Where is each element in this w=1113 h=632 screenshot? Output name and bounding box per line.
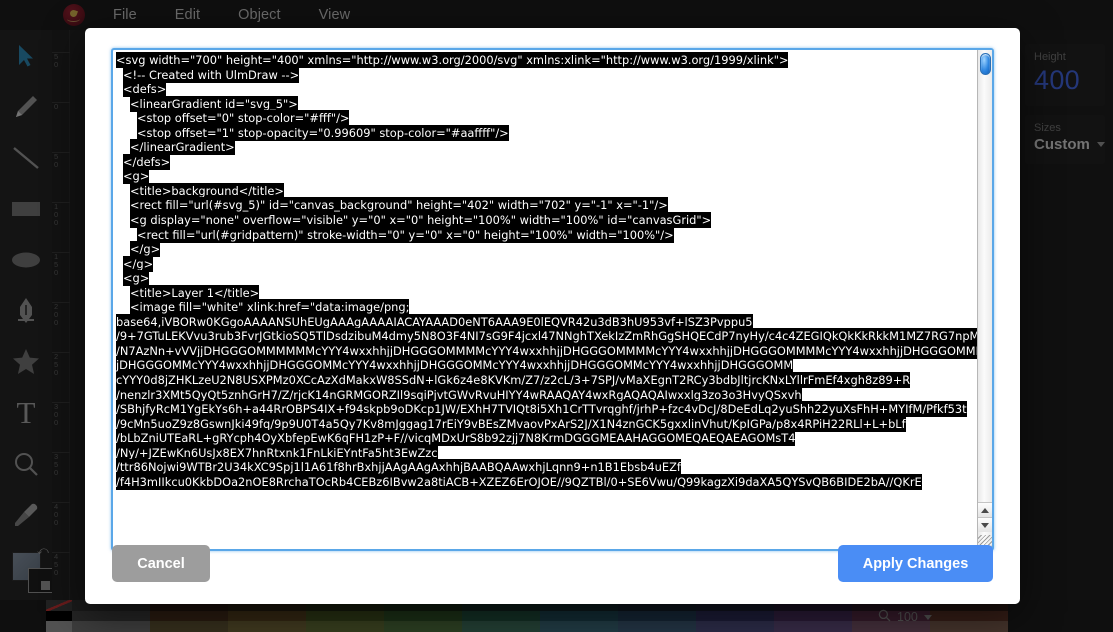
code-line: jDHGGGOMMcYYY4wxxhhjjDHGGGOMMcYYY4wxxhhj…: [116, 357, 977, 374]
code-line: <image fill="white" xlink:href="data:ima…: [116, 299, 977, 316]
code-line-text: </linearGradient>: [130, 139, 235, 156]
code-line: <rect fill="url(#svg_5)" id="canvas_back…: [116, 197, 977, 214]
code-line: <defs>: [116, 81, 977, 98]
code-line: <linearGradient id="svg_5">: [116, 95, 977, 112]
code-line: /Ny/+JZEwKn6UsJx8EX7hnRtxnk1FnLkiEYntFa5…: [116, 444, 977, 461]
code-line-text: /ttr86Nojwi9WTBr2U34kXC9Spj1l1A61f8hrBxh…: [116, 459, 681, 476]
code-line: cYYY0d8jZHKLzeU2N8USXPMz0XCcAzXdMakxW8SS…: [116, 372, 977, 389]
code-line-text: <g display="none" overflow="visible" y="…: [130, 212, 712, 229]
code-line-text: /f4H3mIIkcu0KkbDOa2nOE8RrchaTOcRb4CEBz6I…: [116, 473, 922, 490]
code-line: <title>background</title>: [116, 182, 977, 199]
code-line: /nenzlr3XMt5QyQt5znhGrH7/Z/rjcK14nGRMGOR…: [116, 386, 977, 403]
code-line: base64,iVBORw0KGgoAAAANSUhEUgAAAgAAAAIAC…: [116, 313, 977, 330]
code-line: <stop offset="1" stop-opacity="0.99609" …: [116, 124, 977, 141]
svg-source-code[interactable]: <svg width="700" height="400" xmlns="htt…: [113, 50, 977, 549]
code-line: <!-- Created with UlmDraw -->: [116, 66, 977, 83]
code-line-text: <svg width="700" height="400" xmlns="htt…: [116, 52, 789, 68]
code-line: /f4H3mIIkcu0KkbDOa2nOE8RrchaTOcRb4CEBz6I…: [116, 473, 977, 490]
code-line: /9cMn5uoZ9z8GswnJki49fq/9p9U0T4a5Qy7Kv8m…: [116, 415, 977, 432]
apply-changes-button[interactable]: Apply Changes: [838, 545, 993, 582]
code-line-text: </g>: [130, 241, 161, 258]
code-line: </linearGradient>: [116, 139, 977, 156]
scrollbar-thumb[interactable]: [980, 53, 991, 75]
code-line: <stop offset="0" stop-color="#fff"/>: [116, 110, 977, 127]
code-line: /ttr86Nojwi9WTBr2U34kXC9Spj1l1A61f8hrBxh…: [116, 459, 977, 476]
code-line-text: cYYY0d8jZHKLzeU2N8USXPMz0XCcAzXdMakxW8SS…: [116, 372, 911, 389]
vertical-scrollbar[interactable]: [977, 50, 992, 549]
code-line-text: /SBhjfyRcM1YgEkYs6h+a44RrOBPS4IX+f94skpb…: [116, 401, 967, 418]
app-window: File Edit Object View T ⤺ 5 0 0 5 0 1 0 …: [0, 0, 1113, 632]
svg-source-dialog: <svg width="700" height="400" xmlns="htt…: [85, 28, 1020, 604]
arrow-down-icon[interactable]: [978, 517, 992, 532]
svg-source-textarea[interactable]: <svg width="700" height="400" xmlns="htt…: [111, 48, 994, 551]
code-line: </defs>: [116, 153, 977, 170]
code-line: /N7AzNn+vVVjjDHGGGOMMMMMMcYYY4wxxhhjjDHG…: [116, 342, 977, 359]
code-line: </g>: [116, 255, 977, 272]
code-line: <title>Layer 1</title>: [116, 284, 977, 301]
code-line: <g>: [116, 168, 977, 185]
cancel-button[interactable]: Cancel: [112, 545, 210, 582]
code-line: /SBhjfyRcM1YgEkYs6h+a44RrOBPS4IX+f94skpb…: [116, 401, 977, 418]
code-line-text: <rect fill="url(#gridpattern)" stroke-wi…: [137, 226, 674, 243]
code-line-text: <defs>: [123, 81, 167, 98]
code-line-text: <image fill="white" xlink:href="data:ima…: [130, 299, 410, 316]
code-line: <rect fill="url(#gridpattern)" stroke-wi…: [116, 226, 977, 243]
code-line-text: /bLbZniUTEaRL+gRYcph4OyXbfepEwK6qFH1zP+F…: [116, 430, 796, 447]
code-line-text: <g>: [123, 168, 150, 185]
code-line: <svg width="700" height="400" xmlns="htt…: [116, 52, 977, 68]
code-line-text: <stop offset="0" stop-color="#fff"/>: [137, 110, 350, 127]
code-line: /9+7GTuLEKVvu3rub3FvrJGtkioSQ5TlDsdzibuM…: [116, 328, 977, 345]
code-line: </g>: [116, 241, 977, 258]
code-line: <g display="none" overflow="visible" y="…: [116, 212, 977, 229]
code-line-text: /9+7GTuLEKVvu3rub3FvrJGtkioSQ5TlDsdzibuM…: [116, 328, 977, 345]
scrollbar-arrows[interactable]: [978, 502, 992, 532]
arrow-up-icon[interactable]: [978, 502, 992, 517]
code-line-text: <g>: [123, 270, 150, 287]
code-line: /bLbZniUTEaRL+gRYcph4OyXbfepEwK6qFH1zP+F…: [116, 430, 977, 447]
code-line: <g>: [116, 270, 977, 287]
